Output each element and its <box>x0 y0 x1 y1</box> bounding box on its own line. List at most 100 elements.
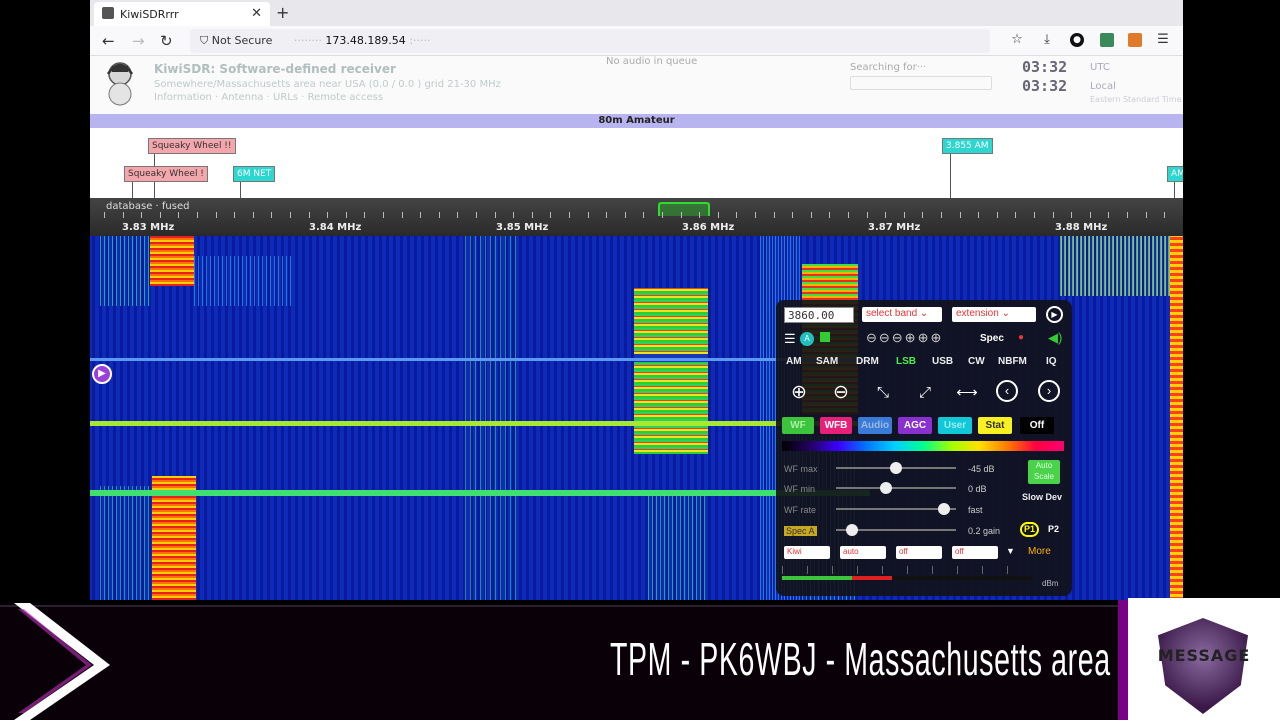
mode-drm[interactable]: DRM <box>856 356 879 367</box>
zoom-in-icon[interactable]: ⊕ <box>786 380 812 406</box>
mode-am[interactable]: AM <box>786 356 802 367</box>
signal-trace <box>648 494 708 600</box>
scale-tick <box>476 212 477 218</box>
dropdown-arrow-icon[interactable]: ▼ <box>1006 546 1015 556</box>
freq-tick-label: 3.84 MHz <box>309 222 362 233</box>
zoom-step-buttons-icon[interactable]: ⊖⊖⊖⊕⊕⊕ <box>866 330 943 346</box>
p2-button[interactable]: P2 <box>1048 524 1059 534</box>
zoom-max-icon[interactable]: ⤢ <box>912 380 938 406</box>
mode-usb[interactable]: USB <box>932 356 953 367</box>
s-meter-fill <box>782 576 852 580</box>
slider-knob[interactable] <box>880 482 892 494</box>
slider-knob[interactable] <box>846 524 858 536</box>
pan-both-icon[interactable]: ⟷ <box>954 380 980 406</box>
new-tab-icon[interactable]: + <box>276 3 289 22</box>
extension-icon[interactable] <box>1100 33 1114 47</box>
accent-bar <box>1118 600 1128 720</box>
freq-tick-label: 3.83 MHz <box>122 222 175 233</box>
browser-tab[interactable]: KiwiSDRrrr ✕ <box>94 2 270 26</box>
menu-icon[interactable]: ☰ <box>1156 33 1170 47</box>
signal-trace <box>1060 236 1178 296</box>
tab-stat[interactable]: Stat <box>978 417 1012 434</box>
tab-user[interactable]: User <box>938 417 972 434</box>
kiwi-subtitle: Somewhere/Massachusetts area near USA (0… <box>154 78 534 104</box>
station-label[interactable]: Squeaky Wheel ! <box>124 166 208 182</box>
slider-knob[interactable] <box>890 462 902 474</box>
mode-lsb[interactable]: LSB <box>896 356 916 367</box>
page-left-icon[interactable]: ‹ <box>996 380 1018 402</box>
band-select[interactable]: select band ⌄ <box>862 307 942 322</box>
local-label: Local <box>1090 81 1116 92</box>
tab-wf[interactable]: WF <box>782 417 814 434</box>
scale-tick <box>588 212 589 218</box>
freq-tick-label: 3.88 MHz <box>1055 222 1108 233</box>
more-link[interactable]: More <box>1028 546 1051 557</box>
extension-select[interactable]: extension ⌄ <box>952 307 1036 322</box>
p1-button[interactable]: P1 <box>1020 522 1039 537</box>
download-icon[interactable]: ⤓ <box>1040 33 1054 47</box>
station-label[interactable]: 6M NET <box>233 166 276 182</box>
spec-toggle[interactable]: Spec <box>980 333 1004 344</box>
control-panel-toggle-icon[interactable]: ▶ <box>92 364 112 384</box>
tab-off[interactable]: Off <box>1020 417 1054 434</box>
station-label[interactable]: Squeaky Wheel !! <box>148 138 236 154</box>
kiwi-title: KiwiSDR: Software-defined receiver <box>154 62 396 76</box>
tab-agc[interactable]: AGC <box>898 417 932 434</box>
scale-tick <box>1034 212 1035 218</box>
station-label[interactable]: AM <box>1167 166 1183 182</box>
frequency-scale[interactable]: database · fused 3.83 MHz 3.84 MHz 3.85 … <box>90 198 1183 236</box>
mode-iq[interactable]: IQ <box>1046 356 1057 367</box>
station-labels: Squeaky Wheel !! Squeaky Wheel ! 6M NET … <box>90 128 1183 198</box>
select-1[interactable]: Kiwi <box>784 546 830 559</box>
scale-tick <box>1127 212 1128 218</box>
slider-knob[interactable] <box>938 503 950 515</box>
scale-tick <box>699 212 700 218</box>
select-2[interactable]: auto <box>840 546 886 559</box>
wf-min-slider[interactable] <box>836 482 956 494</box>
frequency-input[interactable]: 3860.00 <box>784 307 854 323</box>
hamburger-menu-icon[interactable]: ☰ <box>784 331 796 347</box>
reload-icon[interactable]: ↻ <box>160 32 173 50</box>
freq-tick-label: 3.85 MHz <box>496 222 549 233</box>
scale-tick <box>253 212 254 218</box>
mode-cw[interactable]: CW <box>968 356 985 367</box>
zoom-fit-icon[interactable]: ⤡ <box>870 380 896 406</box>
mute-icon[interactable]: ● <box>1018 332 1024 343</box>
wf-max-slider[interactable] <box>836 462 956 474</box>
wf-rate-slider[interactable] <box>836 503 956 515</box>
scale-tick <box>718 212 719 218</box>
extension-2-icon[interactable] <box>1128 33 1142 47</box>
scale-tick <box>457 212 458 218</box>
speaker-icon[interactable]: ◀) <box>1048 330 1062 346</box>
shield-icon: ⛉ <box>200 34 212 47</box>
autoscale-button[interactable]: Auto Scale <box>1028 460 1060 484</box>
signal-trace <box>1170 236 1183 600</box>
tab-wfb[interactable]: WFB <box>820 417 852 434</box>
play-icon[interactable]: ▶ <box>1046 306 1063 323</box>
page-right-icon[interactable]: › <box>1038 380 1060 402</box>
kiwi-search-input[interactable] <box>850 76 992 90</box>
forward-icon[interactable]: → <box>132 32 145 50</box>
mode-sam[interactable]: SAM <box>816 356 838 367</box>
tab-audio[interactable]: Audio <box>858 417 892 434</box>
select-3[interactable]: off <box>896 546 942 559</box>
kiwi-subtitle-line-1: Somewhere/Massachusetts area near USA (0… <box>154 79 501 90</box>
close-tab-icon[interactable]: ✕ <box>251 6 262 21</box>
scale-tick <box>309 212 310 218</box>
a-button[interactable]: A <box>800 332 814 346</box>
band-bar[interactable]: 80m Amateur <box>90 114 1183 128</box>
passband-marker[interactable] <box>658 202 710 216</box>
select-4[interactable]: off <box>952 546 998 559</box>
address-bar[interactable]: ⛉ Not Secure ········ 173.48.189.54 :···… <box>190 29 990 53</box>
mode-nbfm[interactable]: NBFM <box>998 356 1027 367</box>
s-meter-peak <box>852 576 892 580</box>
scale-tick <box>160 212 161 218</box>
bookmark-star-icon[interactable]: ☆ <box>1010 33 1024 47</box>
account-icon[interactable]: ● <box>1070 33 1084 47</box>
back-icon[interactable]: ← <box>102 32 115 50</box>
slow-dev-button[interactable]: Slow Dev <box>1022 492 1062 503</box>
spec-a-slider[interactable] <box>836 524 956 536</box>
station-label[interactable]: 3.855 AM <box>942 138 993 154</box>
zoom-out-icon[interactable]: ⊖ <box>828 380 854 406</box>
scale-tick <box>383 212 384 218</box>
